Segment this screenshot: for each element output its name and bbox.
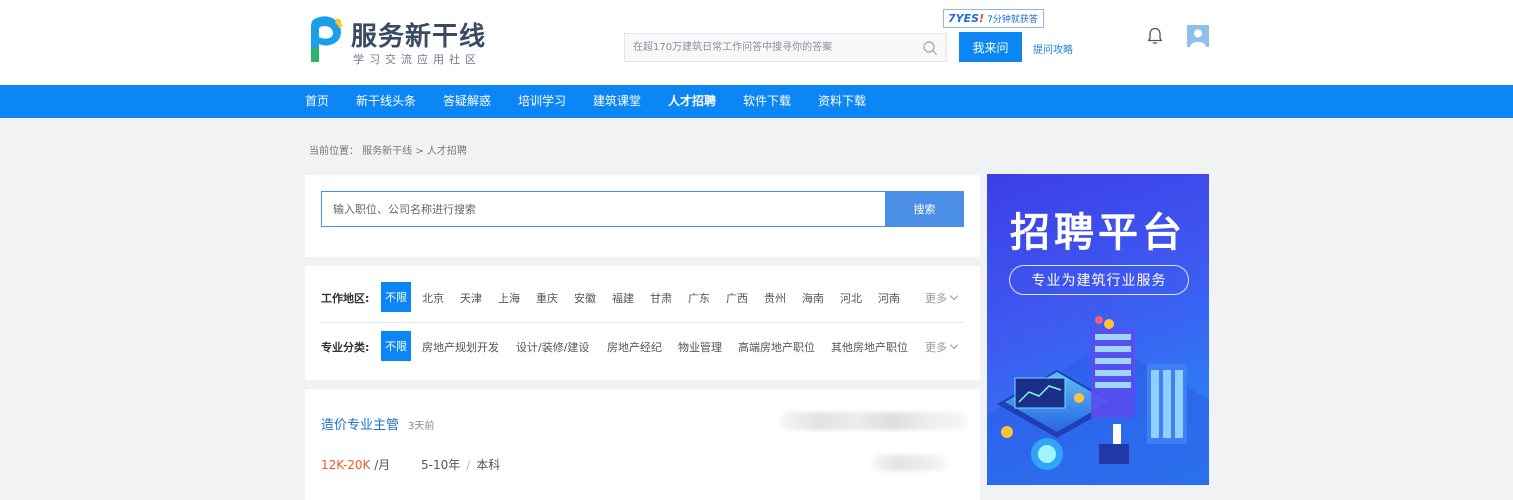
filters-panel: 工作地区: 不限 北京 天津 上海 重庆 安徽 福建 甘肃 广东 广西 贵州 海… <box>305 266 980 380</box>
user-avatar-icon <box>1187 25 1209 47</box>
category-option[interactable]: 物业管理 <box>678 339 722 355</box>
salary-amount: 12K-20K <box>321 458 371 472</box>
site-logo[interactable]: 服务新干线 学习交流应用社区 <box>305 14 495 66</box>
nav-item-recruitment[interactable]: 人才招聘 <box>668 85 716 118</box>
badge-text: 7分钟就获答 <box>987 15 1038 25</box>
header-search <box>624 33 947 62</box>
region-filter-label: 工作地区: <box>321 292 370 305</box>
salary-unit: /月 <box>374 458 391 472</box>
nav-item-classroom[interactable]: 建筑课堂 <box>593 85 641 118</box>
job-search-button[interactable]: 搜索 <box>885 191 964 227</box>
region-option-any[interactable]: 不限 <box>381 282 411 312</box>
job-card[interactable]: 造价专业主管 3天前 12K-20K /月 5-10年 / 本科 <box>305 389 980 500</box>
banner-title: 招聘平台 <box>1010 210 1186 256</box>
region-filter: 工作地区: 不限 北京 天津 上海 重庆 安徽 福建 甘肃 广东 广西 贵州 海… <box>321 282 964 312</box>
filter-divider <box>321 322 964 323</box>
req-separator: / <box>466 458 471 472</box>
company-info-blurred <box>871 455 947 471</box>
region-option[interactable]: 福建 <box>612 290 634 306</box>
nav-item-resources[interactable]: 资料下载 <box>818 85 866 118</box>
logo-title: 服务新干线 <box>351 22 487 52</box>
region-option[interactable]: 北京 <box>422 290 444 306</box>
ask-tips-link[interactable]: 提问攻略 <box>1033 41 1073 56</box>
category-option[interactable]: 高端房地产职位 <box>738 339 815 355</box>
quick-answer-badge[interactable]: 7YES! 7分钟就获答 <box>943 9 1044 28</box>
site-header: 服务新干线 学习交流应用社区 7YES! 7分钟就获答 我来问 提问攻略 <box>0 0 1513 85</box>
category-more-toggle[interactable]: 更多 <box>925 339 959 355</box>
region-more-toggle[interactable]: 更多 <box>925 290 959 306</box>
job-salary: 12K-20K /月 <box>321 456 390 473</box>
logo-mark-icon <box>311 16 343 62</box>
job-education: 本科 <box>476 458 501 472</box>
region-option[interactable]: 广东 <box>688 290 710 306</box>
nav-item-training[interactable]: 培训学习 <box>518 85 566 118</box>
job-experience: 5-10年 <box>421 458 461 472</box>
category-more-label: 更多 <box>925 341 947 354</box>
badge-logo-excl: ! <box>979 12 985 25</box>
isometric-platform-illustration-icon <box>987 316 1209 485</box>
header-search-input[interactable] <box>625 34 915 61</box>
region-option[interactable]: 河北 <box>840 290 862 306</box>
bell-icon[interactable] <box>1145 26 1165 46</box>
job-requirements: 5-10年 / 本科 <box>421 456 500 473</box>
ask-question-button[interactable]: 我来问 <box>959 32 1022 62</box>
breadcrumb[interactable]: 当前位置： 服务新干线 > 人才招聘 <box>309 142 467 157</box>
nav-item-software[interactable]: 软件下载 <box>743 85 791 118</box>
chevron-down-icon <box>949 340 959 350</box>
category-filter: 专业分类: 不限 房地产规划开发 设计/装修/建设 房地产经纪 物业管理 高端房… <box>321 331 964 361</box>
category-option[interactable]: 设计/装修/建设 <box>516 339 589 355</box>
region-option[interactable]: 贵州 <box>764 290 786 306</box>
avatar[interactable] <box>1187 25 1209 47</box>
region-option[interactable]: 上海 <box>498 290 520 306</box>
region-option[interactable]: 天津 <box>460 290 482 306</box>
category-option-any[interactable]: 不限 <box>381 331 411 361</box>
category-option[interactable]: 房地产经纪 <box>607 339 662 355</box>
chevron-down-icon <box>949 291 959 301</box>
region-option[interactable]: 广西 <box>726 290 748 306</box>
badge-logo-text: 7YES <box>948 12 980 25</box>
region-option[interactable]: 海南 <box>802 290 824 306</box>
main-nav: 首页 新干线头条 答疑解惑 培训学习 建筑课堂 人才招聘 软件下载 资料下载 <box>0 85 1513 118</box>
badge-logo: 7YES! <box>948 12 984 25</box>
nav-item-headlines[interactable]: 新干线头条 <box>356 85 416 118</box>
logo-subtitle: 学习交流应用社区 <box>353 53 481 66</box>
category-option[interactable]: 其他房地产职位 <box>831 339 908 355</box>
recruitment-banner[interactable]: 招聘平台 专业为建筑行业服务 <box>987 174 1209 485</box>
region-more-label: 更多 <box>925 292 947 305</box>
search-icon[interactable] <box>922 40 938 56</box>
nav-item-home[interactable]: 首页 <box>305 85 329 118</box>
job-title-link[interactable]: 造价专业主管 <box>321 414 399 433</box>
banner-subtitle: 专业为建筑行业服务 <box>1009 265 1189 295</box>
job-search-input[interactable] <box>321 191 886 227</box>
job-search-panel: 搜索 <box>305 175 980 257</box>
category-filter-label: 专业分类: <box>321 341 370 354</box>
region-option[interactable]: 河南 <box>878 290 900 306</box>
region-option[interactable]: 重庆 <box>536 290 558 306</box>
region-option[interactable]: 甘肃 <box>650 290 672 306</box>
region-option[interactable]: 安徽 <box>574 290 596 306</box>
nav-item-qa[interactable]: 答疑解惑 <box>443 85 491 118</box>
category-option[interactable]: 房地产规划开发 <box>422 339 499 355</box>
job-posted-time: 3天前 <box>408 421 435 432</box>
company-name-blurred <box>781 412 967 430</box>
